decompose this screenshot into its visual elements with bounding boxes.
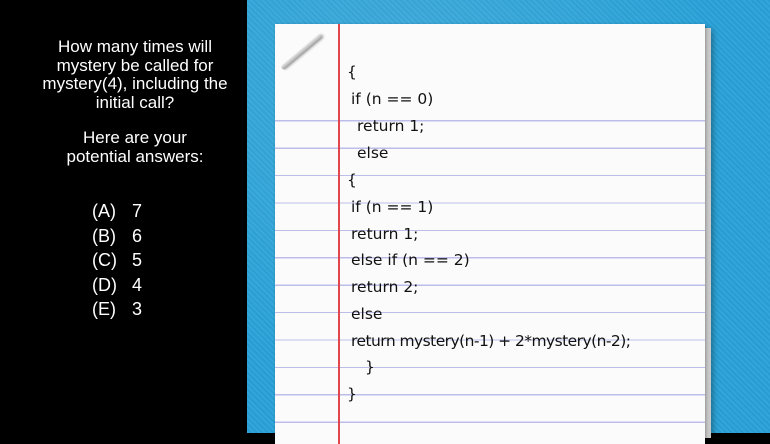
code-line: else [357, 144, 389, 162]
code-line: return 1; [357, 117, 425, 135]
code-block: { if (n == 0) return 1; else { if (n == … [0, 0, 770, 433]
code-line: return 1; [351, 225, 419, 243]
code-line: } [347, 385, 357, 403]
code-line: return 2; [351, 278, 419, 296]
code-line: if (n == 1) [351, 198, 434, 216]
code-line: else [351, 305, 383, 323]
code-line: { [347, 171, 357, 189]
code-line: } [365, 358, 375, 376]
code-line: { [347, 63, 357, 81]
code-line: if (n == 0) [351, 90, 434, 108]
code-line: return mystery(n-1) + 2*mystery(n-2); [351, 332, 631, 350]
code-line: else if (n == 2) [351, 251, 470, 269]
